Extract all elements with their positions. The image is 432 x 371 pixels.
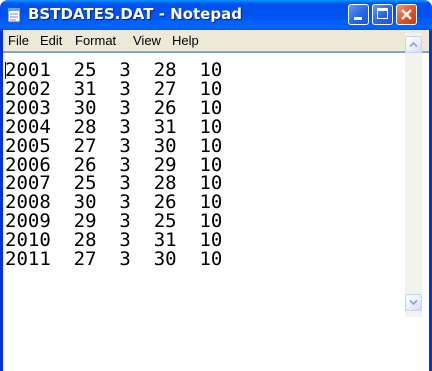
scroll-up-button[interactable] — [405, 36, 422, 53]
notepad-icon[interactable] — [7, 7, 21, 23]
close-button[interactable] — [396, 4, 417, 25]
title-bar[interactable]: BSTDATES.DAT - Notepad — [0, 0, 432, 30]
window-title: BSTDATES.DAT - Notepad — [28, 5, 242, 23]
document-text[interactable]: 2001 25 3 28 10 2002 31 3 27 10 2003 30 … — [5, 61, 405, 361]
scroll-down-arrow-icon — [409, 299, 418, 306]
close-icon — [401, 9, 412, 20]
vertical-scrollbar[interactable] — [405, 33, 422, 317]
menu-edit[interactable]: Edit — [40, 33, 62, 48]
text-caret — [5, 62, 6, 79]
scroll-up-arrow-icon — [409, 41, 418, 48]
scroll-down-button[interactable] — [405, 294, 422, 311]
menu-file[interactable]: File — [8, 33, 29, 48]
minimize-button[interactable] — [348, 4, 369, 25]
menu-bar: File Edit Format View Help — [3, 30, 429, 52]
menu-help[interactable]: Help — [172, 33, 199, 48]
maximize-button[interactable] — [372, 4, 393, 25]
notepad-window: BSTDATES.DAT - Notepad File Edit Format … — [0, 0, 432, 371]
menu-format[interactable]: Format — [75, 33, 116, 48]
text-editor[interactable]: 2001 25 3 28 10 2002 31 3 27 10 2003 30 … — [3, 52, 429, 371]
menu-view[interactable]: View — [133, 33, 161, 48]
